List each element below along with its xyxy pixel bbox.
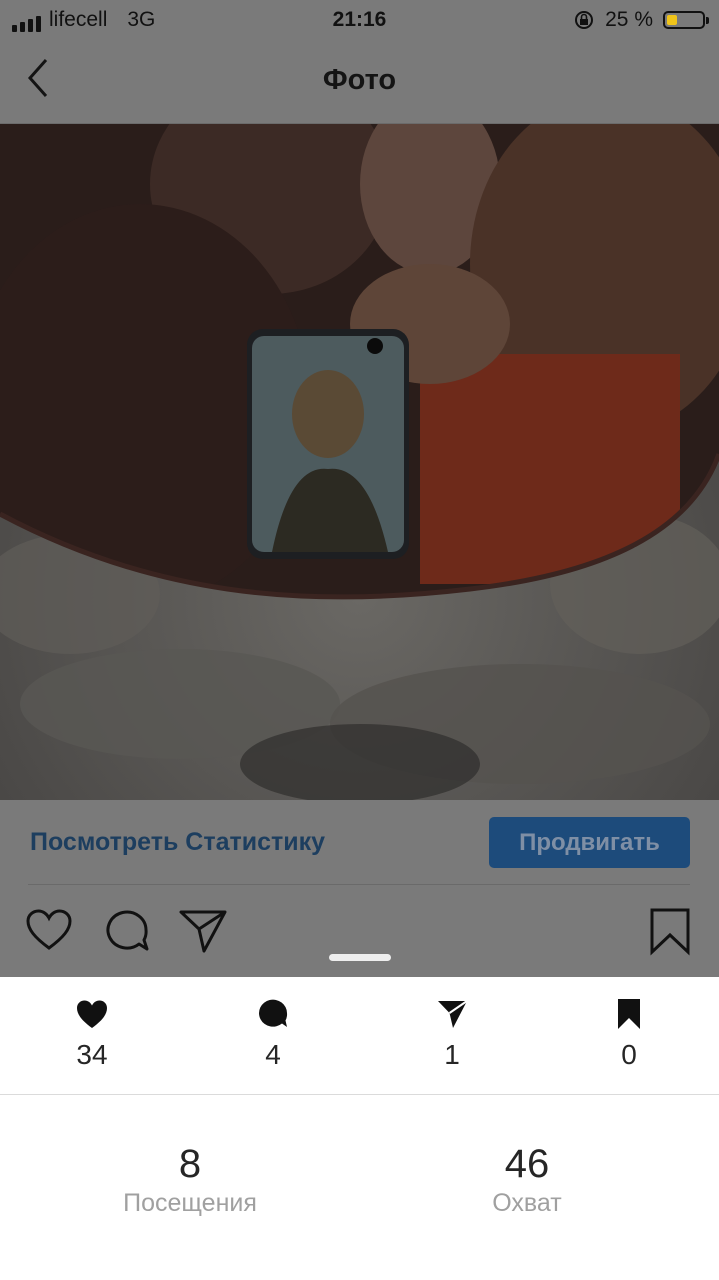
share-icon[interactable] [178,906,228,956]
comment-icon[interactable] [102,906,152,956]
status-right: 25 % [573,8,709,32]
reach-metrics: 8 Посещения 46 Охват [0,1095,719,1280]
saves-count: 0 [569,997,689,1071]
heart-filled-icon [77,1000,107,1028]
comment-filled-icon [259,999,288,1027]
battery-icon [663,11,709,29]
shares-count: 1 [392,997,512,1071]
heart-icon[interactable] [24,906,74,956]
likes-count: 34 [32,997,152,1071]
post-photo [0,124,719,800]
reach-value: 46 [504,1142,550,1186]
interaction-counts: 34 4 1 0 [0,977,719,1095]
post-actions-bar: Посмотреть Статистику Продвигать [0,800,719,885]
profile-visits-metric: 8 Посещения [70,1141,310,1218]
divider [28,884,690,885]
insights-sheet: 34 4 1 0 8 Посещения 46 Охват [0,977,719,1280]
status-bar: lifecell 3G 21:16 25 % [0,0,719,40]
profile-visits-value: 8 [178,1142,202,1186]
promote-button[interactable]: Продвигать [489,817,690,868]
comments-count: 4 [213,997,333,1071]
post-icon-row [0,900,719,962]
reach-label: Охват [492,1189,562,1217]
sheet-grabber-handle[interactable] [329,954,391,961]
comments-value: 4 [265,1039,281,1070]
bookmark-icon[interactable] [645,906,695,956]
reach-metric: 46 Охват [407,1141,647,1218]
page-title: Фото [322,64,397,96]
orientation-lock-icon [575,11,594,29]
send-filled-icon [438,1000,468,1028]
nav-bar: Фото [0,40,719,124]
view-insights-link[interactable]: Посмотреть Статистику [30,828,325,857]
shares-value: 1 [444,1039,460,1070]
likes-value: 34 [76,1039,108,1070]
battery-percent: 25 % [605,8,653,31]
saves-value: 0 [621,1039,637,1070]
bookmark-filled-icon [618,999,640,1029]
profile-visits-label: Посещения [123,1189,257,1217]
dimmed-background[interactable]: lifecell 3G 21:16 25 % Фото Посмотреть С… [0,0,719,977]
